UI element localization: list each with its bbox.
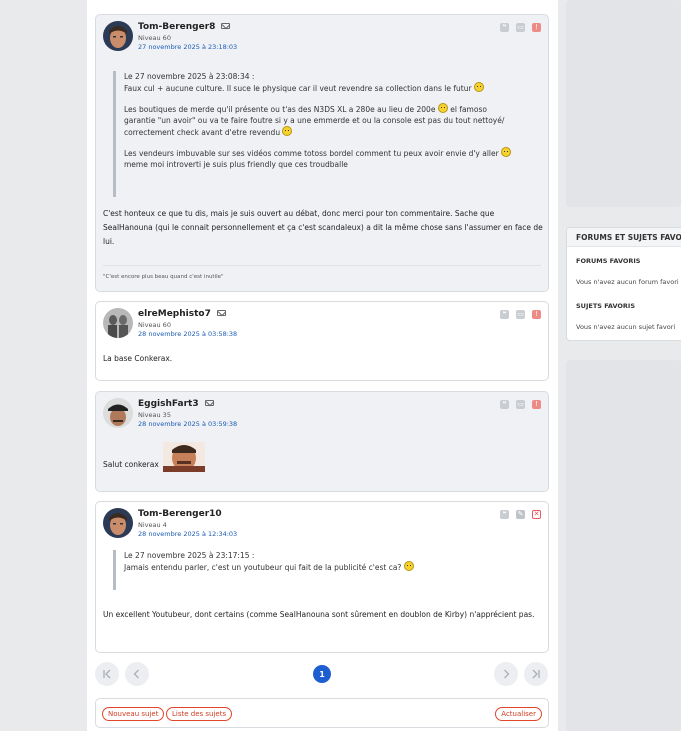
quote-header: Le 27 novembre 2025 à 23:17:15 : [124,551,255,560]
last-page-button[interactable] [524,662,548,686]
post-body: La base Conkerax. [103,354,173,363]
post-body: C'est honteux ce que tu dis, mais je sui… [103,209,543,246]
post-date[interactable]: 27 novembre 2025 à 23:18:03 [138,43,237,51]
prev-page-icon [133,669,139,679]
next-page-icon [504,669,510,679]
quote-text: Faux cul + aucune culture. Il suce le ph… [124,84,472,93]
author-name[interactable]: EggishFart3 [138,399,199,409]
report-icon[interactable]: ! [532,400,541,409]
quote-icon[interactable]: ❝ [500,400,509,409]
blacklist-icon[interactable]: ▭ [516,310,525,319]
first-page-icon [103,669,111,679]
post-date[interactable]: 28 novembre 2025 à 12:34:03 [138,530,237,538]
blacklist-icon[interactable]: ▭ [516,23,525,32]
quote-block: Le 27 novembre 2025 à 23:17:15 : Jamais … [113,550,523,590]
smiley-icon [403,561,414,571]
author-level: Niveau 60 [138,321,171,329]
delete-icon[interactable]: ✕ [532,510,541,519]
quote-text: Les boutiques de merde qu'il présente ou… [124,105,436,114]
post-actions: ❝ ▭ ! [500,400,541,409]
author-name[interactable]: elreMephisto7 [138,309,211,319]
quote-text: el famoso [450,105,487,114]
message-post: Tom-Berenger8 Niveau 60 27 novembre 2025… [95,14,549,292]
message-post: EggishFart3 Niveau 35 28 novembre 2025 à… [95,391,549,492]
avatar[interactable] [103,21,133,51]
smiley-icon [282,126,293,136]
quote-text: meme moi introverti je suis plus friendl… [124,160,348,169]
refresh-button[interactable]: Actualiser [495,707,542,721]
report-icon[interactable]: ! [532,23,541,32]
blacklist-icon[interactable]: ▭ [516,400,525,409]
mail-icon[interactable] [204,400,214,406]
smiley-icon [437,103,448,113]
message-post: elreMephisto7 Niveau 60 28 novembre 2025… [95,301,549,381]
left-gutter [0,0,81,731]
edit-icon[interactable]: ✎ [516,510,525,519]
avatar[interactable] [103,398,133,428]
action-bar: Nouveau sujet Liste des sujets Actualise… [95,698,549,728]
mail-icon[interactable] [221,23,231,29]
post-text: Salut conkerax [103,460,159,469]
new-topic-button[interactable]: Nouveau sujet [102,707,165,721]
sidebar-panel-bottom [566,360,681,731]
post-body: Un excellent Youtubeur, dont certains (c… [103,610,535,619]
first-page-button[interactable] [95,662,119,686]
author-level: Niveau 60 [138,34,171,42]
quote-text: Jamais entendu parler, c'est un youtubeu… [124,563,402,572]
report-icon[interactable]: ! [532,310,541,319]
quote-text: garantie "un avoir" ou va te faire foutr… [124,116,505,125]
next-page-button[interactable] [494,662,518,686]
smiley-icon [501,147,512,157]
avatar[interactable] [103,508,133,538]
post-body: Salut conkerax [103,442,205,472]
favorites-title: FORUMS ET SUJETS FAVORIS [567,228,681,247]
post-actions: ❝ ✎ ✕ [500,510,541,519]
signature-divider [103,265,541,266]
author-level: Niveau 4 [138,521,167,529]
quote-text: correctement check avant d'etre revendu [124,128,281,137]
topic-list-button[interactable]: Liste des sujets [166,707,233,721]
quote-text: Les vendeurs imbuvable sur ses vidéos co… [124,149,499,158]
topics-favorites-empty: Vous n'avez aucun sujet favori [576,323,676,331]
avatar[interactable] [103,308,133,338]
quote-header: Le 27 novembre 2025 à 23:08:34 : [124,72,255,81]
forums-favorites-empty: Vous n'avez aucun forum favori [576,278,679,286]
post-date[interactable]: 28 novembre 2025 à 03:59:38 [138,420,237,428]
favorites-box: FORUMS ET SUJETS FAVORIS FORUMS FAVORIS … [566,227,681,341]
prev-page-button[interactable] [125,662,149,686]
post-date[interactable]: 28 novembre 2025 à 03:58:38 [138,330,237,338]
signature: "C'est encore plus beau quand c'est inut… [103,274,224,280]
author-level: Niveau 35 [138,411,171,419]
sidebar-panel-top [566,0,681,207]
smiley-icon [473,82,484,92]
topics-favorites-heading: SUJETS FAVORIS [576,302,636,310]
quote-icon[interactable]: ❝ [500,310,509,319]
mail-icon[interactable] [216,310,226,316]
author-name[interactable]: Tom-Berenger10 [138,509,222,519]
quote-icon[interactable]: ❝ [500,510,509,519]
current-page[interactable]: 1 [313,665,331,683]
sticker-image [162,442,205,472]
message-post: Tom-Berenger10 Niveau 4 28 novembre 2025… [95,501,549,653]
author-name[interactable]: Tom-Berenger8 [138,22,215,32]
post-actions: ❝ ▭ ! [500,310,541,319]
quote-icon[interactable]: ❝ [500,23,509,32]
post-actions: ❝ ▭ ! [500,23,541,32]
forums-favorites-heading: FORUMS FAVORIS [576,257,641,265]
last-page-icon [532,669,540,679]
quote-block: Le 27 novembre 2025 à 23:08:34 : Faux cu… [113,71,523,197]
